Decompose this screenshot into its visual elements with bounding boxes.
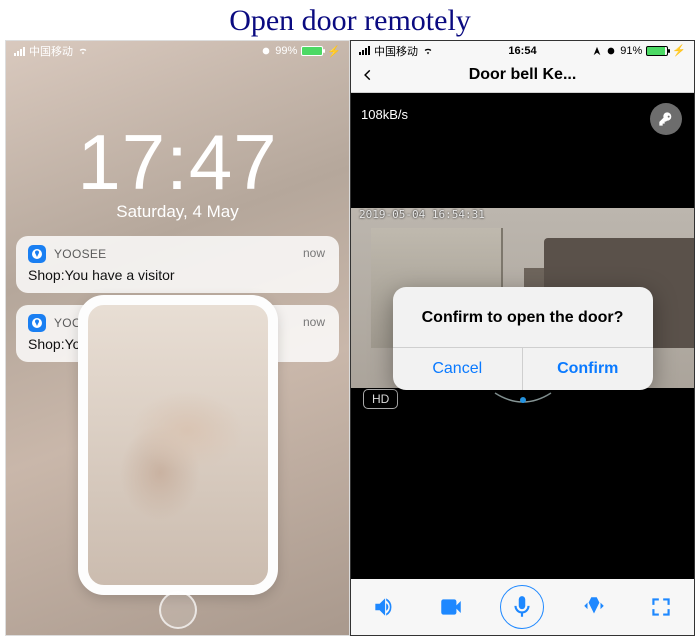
charging-icon: ⚡ bbox=[327, 45, 341, 58]
home-button[interactable] bbox=[159, 591, 197, 629]
lock-time: 17:47 bbox=[6, 117, 349, 208]
alert-title: Confirm to open the door? bbox=[393, 287, 653, 347]
battery-percent: 99% bbox=[275, 45, 297, 57]
lock-clock: 17:47 Saturday, 4 May bbox=[6, 117, 349, 222]
app-icon bbox=[28, 314, 46, 332]
lock-screen-phone: 中国移动 99% ⚡ 17:47 Saturday, 4 May YOOSEE … bbox=[5, 40, 350, 636]
notification[interactable]: YOOSEE now Shop:You have a visitor bbox=[16, 236, 339, 293]
signal-icon bbox=[14, 47, 25, 56]
app-icon bbox=[28, 245, 46, 263]
confirm-button[interactable]: Confirm bbox=[522, 348, 653, 390]
status-bar: 中国移动 99% ⚡ bbox=[6, 41, 349, 57]
notification-time: now bbox=[303, 315, 325, 329]
lock-date: Saturday, 4 May bbox=[6, 202, 349, 222]
doorbell-app-phone: 中国移动 16:54 91% ⚡ Door bell Ke... 108kB/s… bbox=[350, 40, 695, 636]
battery-icon bbox=[301, 46, 323, 56]
carrier-label: 中国移动 bbox=[29, 43, 73, 59]
notification-body: Shop:You have a visitor bbox=[28, 267, 327, 283]
notification-app: YOOSEE bbox=[54, 247, 106, 261]
notification-time: now bbox=[303, 246, 325, 260]
page-title: Open door remotely bbox=[0, 0, 700, 40]
wifi-icon bbox=[77, 46, 89, 56]
alarm-icon bbox=[261, 46, 271, 56]
alert-dialog: Confirm to open the door? Cancel Confirm bbox=[351, 41, 694, 635]
phone-side-by-side: 中国移动 99% ⚡ 17:47 Saturday, 4 May YOOSEE … bbox=[0, 40, 700, 636]
lock-wallpaper-phone bbox=[78, 295, 278, 595]
cancel-button[interactable]: Cancel bbox=[393, 348, 523, 390]
